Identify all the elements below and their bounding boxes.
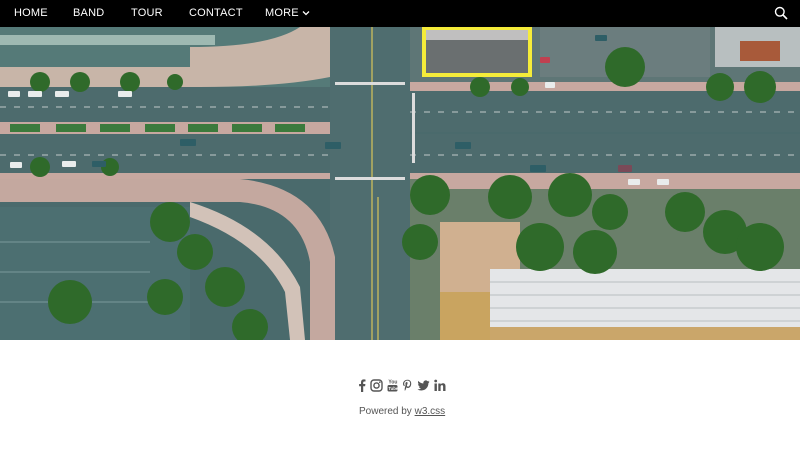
youtube-icon[interactable]: You Tube bbox=[387, 379, 399, 397]
instagram-icon[interactable] bbox=[370, 379, 383, 397]
hero-aerial-image bbox=[0, 27, 800, 340]
nav-more-dropdown[interactable]: MORE bbox=[265, 7, 311, 19]
nav-contact[interactable]: CONTACT bbox=[189, 7, 243, 19]
twitter-icon[interactable] bbox=[417, 379, 430, 397]
powered-by-prefix: Powered by bbox=[359, 406, 412, 417]
footer: You Tube Powered by w3.css bbox=[0, 340, 800, 455]
aerial-intersection-image bbox=[0, 27, 800, 340]
linkedin-icon[interactable] bbox=[434, 379, 446, 397]
powered-by-text: Powered by w3.css bbox=[359, 406, 445, 417]
svg-text:Tube: Tube bbox=[388, 386, 398, 391]
top-navbar: HOME BAND TOUR CONTACT MORE bbox=[0, 0, 800, 27]
nav-band[interactable]: BAND bbox=[73, 7, 104, 19]
facebook-icon[interactable] bbox=[358, 379, 366, 397]
social-icons: You Tube bbox=[358, 379, 446, 397]
chevron-down-icon bbox=[302, 11, 310, 16]
nav-tour[interactable]: TOUR bbox=[131, 7, 163, 19]
nav-home[interactable]: HOME bbox=[14, 7, 48, 19]
svg-text:You: You bbox=[388, 380, 397, 386]
pinterest-icon[interactable] bbox=[402, 379, 413, 397]
w3css-link[interactable]: w3.css bbox=[415, 406, 446, 417]
nav-more-label: MORE bbox=[265, 7, 299, 19]
search-icon[interactable] bbox=[774, 6, 788, 20]
